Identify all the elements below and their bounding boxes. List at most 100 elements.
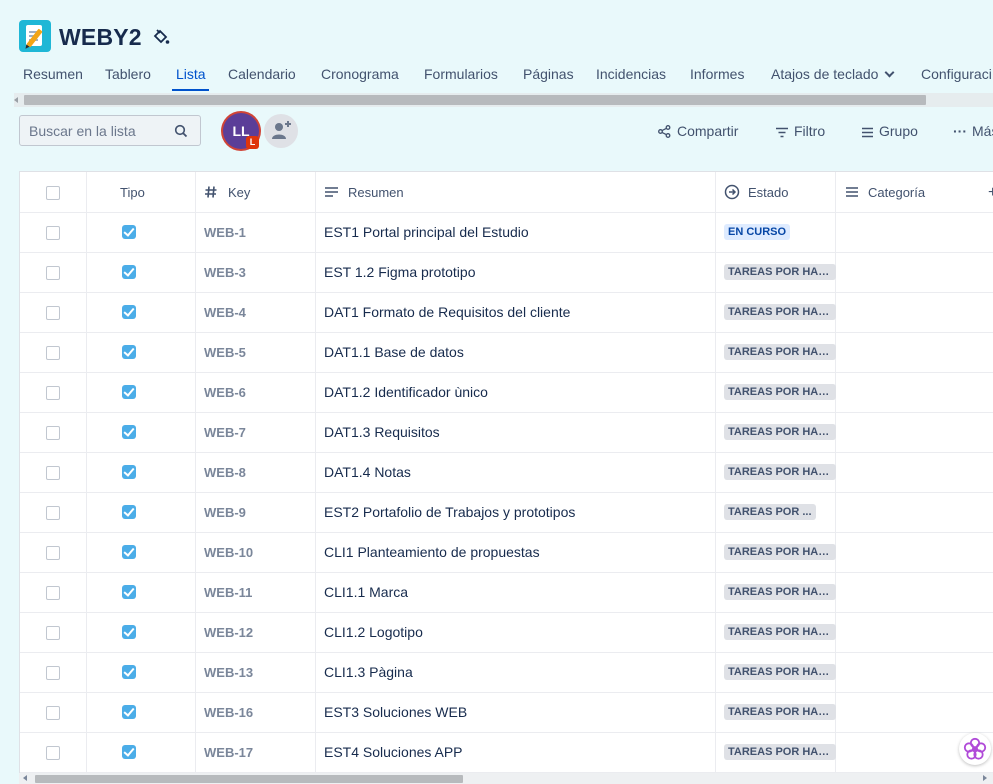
table-row[interactable]: WEB-3 EST 1.2 Figma prototipo TAREAS POR H… [20, 252, 993, 293]
header-category[interactable]: Categoría [868, 185, 925, 200]
status-badge[interactable]: TAREAS POR HAC... [724, 344, 836, 360]
row-checkbox[interactable] [46, 266, 60, 280]
tab-formularios[interactable]: Formularios [424, 66, 498, 82]
status-badge[interactable]: TAREAS POR HAC... [724, 304, 836, 320]
tab-tablero[interactable]: Tablero [105, 66, 151, 82]
table-row[interactable]: WEB-1 EST1 Portal principal del Estudio EN… [20, 212, 993, 253]
status-badge[interactable]: TAREAS POR HAC... [724, 384, 836, 400]
category-cell[interactable] [836, 572, 993, 612]
row-checkbox[interactable] [46, 746, 60, 760]
category-cell[interactable] [836, 372, 993, 412]
table-row[interactable]: WEB-7 DAT1.3 Requisitos TAREAS POR HAC... [20, 412, 993, 453]
issue-key[interactable]: WEB-13 [204, 665, 253, 680]
row-checkbox[interactable] [46, 546, 60, 560]
add-column-icon[interactable]: + [988, 184, 993, 202]
issue-key[interactable]: WEB-6 [204, 385, 246, 400]
scrollbar-thumb[interactable] [35, 775, 463, 783]
issue-key[interactable]: WEB-4 [204, 305, 246, 320]
issue-summary[interactable]: EST4 Soluciones APP [324, 744, 463, 760]
row-checkbox[interactable] [46, 226, 60, 240]
issue-summary[interactable]: DAT1.3 Requisitos [324, 424, 440, 440]
status-badge[interactable]: TAREAS POR HAC... [724, 744, 836, 760]
status-badge[interactable]: TAREAS POR ... [724, 504, 816, 520]
scroll-right-arrow-icon[interactable] [983, 775, 987, 781]
status-badge[interactable]: EN CURSO [724, 224, 791, 240]
issue-key[interactable]: WEB-11 [204, 585, 252, 600]
category-cell[interactable] [836, 612, 993, 652]
issue-key[interactable]: WEB-10 [204, 545, 253, 560]
category-cell[interactable] [836, 452, 993, 492]
row-checkbox[interactable] [46, 306, 60, 320]
table-row[interactable]: WEB-12 CLI1.2 Logotipo TAREAS POR HAC... [20, 612, 993, 653]
tab-incidencias[interactable]: Incidencias [596, 66, 666, 82]
row-checkbox[interactable] [46, 626, 60, 640]
issue-summary[interactable]: CLI1.1 Marca [324, 584, 408, 600]
issue-summary[interactable]: CLI1.3 Pàgina [324, 664, 413, 680]
category-cell[interactable] [836, 292, 993, 332]
table-row[interactable]: WEB-8 DAT1.4 Notas TAREAS POR HAC... [20, 452, 993, 493]
scrollbar-thumb[interactable] [24, 95, 926, 105]
table-row[interactable]: WEB-4 DAT1 Formato de Requisitos del clie… [20, 292, 993, 333]
header-type[interactable]: Tipo [120, 185, 145, 200]
issue-key[interactable]: WEB-16 [204, 705, 253, 720]
header-status[interactable]: Estado [748, 185, 788, 200]
issue-key[interactable]: WEB-8 [204, 465, 246, 480]
row-checkbox[interactable] [46, 506, 60, 520]
row-checkbox[interactable] [46, 346, 60, 360]
issue-key[interactable]: WEB-7 [204, 425, 246, 440]
assistant-flower-button[interactable] [959, 733, 991, 765]
more-button[interactable]: ··· Más [953, 123, 993, 139]
filter-button[interactable]: Filtro [776, 123, 825, 139]
paint-bucket-icon[interactable] [152, 28, 170, 51]
category-cell[interactable] [836, 692, 993, 732]
add-user-button[interactable] [264, 114, 298, 148]
tab-resumen[interactable]: Resumen [23, 66, 83, 82]
scroll-left-arrow-icon[interactable] [14, 97, 18, 103]
table-row[interactable]: WEB-16 EST3 Soluciones WEB TAREAS POR HAC.… [20, 692, 993, 733]
table-row[interactable]: WEB-13 CLI1.3 Pàgina TAREAS POR HAC... [20, 652, 993, 693]
issue-summary[interactable]: EST1 Portal principal del Estudio [324, 224, 529, 240]
issue-key[interactable]: WEB-1 [204, 225, 246, 240]
status-badge[interactable]: TAREAS POR HAC... [724, 424, 836, 440]
top-scrollbar[interactable] [14, 93, 993, 107]
row-checkbox[interactable] [46, 586, 60, 600]
table-row[interactable]: WEB-5 DAT1.1 Base de datos TAREAS POR HAC.… [20, 332, 993, 373]
category-cell[interactable] [836, 212, 993, 252]
row-checkbox[interactable] [46, 386, 60, 400]
issue-summary[interactable]: DAT1 Formato de Requisitos del cliente [324, 304, 570, 320]
issue-key[interactable]: WEB-5 [204, 345, 246, 360]
issue-key[interactable]: WEB-3 [204, 265, 246, 280]
category-cell[interactable] [836, 652, 993, 692]
header-summary[interactable]: Resumen [348, 185, 404, 200]
status-badge[interactable]: TAREAS POR HAC... [724, 584, 836, 600]
table-row[interactable]: WEB-6 DAT1.2 Identificador ùnico TAREAS PO… [20, 372, 993, 413]
status-badge[interactable]: TAREAS POR HAC... [724, 464, 836, 480]
row-checkbox[interactable] [46, 426, 60, 440]
tab-calendario[interactable]: Calendario [228, 66, 296, 82]
bottom-scrollbar[interactable] [19, 773, 993, 784]
tab-cronograma[interactable]: Cronograma [321, 66, 399, 82]
tab-lista[interactable]: Lista [176, 66, 206, 82]
category-cell[interactable] [836, 252, 993, 292]
issue-summary[interactable]: DAT1.2 Identificador ùnico [324, 384, 488, 400]
row-checkbox[interactable] [46, 466, 60, 480]
issue-summary[interactable]: CLI1 Planteamiento de propuestas [324, 544, 540, 560]
status-badge[interactable]: TAREAS POR HAC... [724, 624, 836, 640]
table-row[interactable]: WEB-9 EST2 Portafolio de Trabajos y proto… [20, 492, 993, 533]
tab-configuracion[interactable]: Configuraci [921, 66, 992, 82]
header-key[interactable]: Key [228, 185, 250, 200]
issue-summary[interactable]: EST2 Portafolio de Trabajos y prototipos [324, 504, 575, 520]
status-badge[interactable]: TAREAS POR HAC... [724, 704, 836, 720]
status-badge[interactable]: TAREAS POR HAC... [724, 664, 836, 680]
table-row[interactable]: WEB-17 EST4 Soluciones APP TAREAS POR HAC.… [20, 732, 993, 773]
search-icon[interactable] [174, 124, 188, 138]
row-checkbox[interactable] [46, 666, 60, 680]
category-cell[interactable] [836, 532, 993, 572]
category-cell[interactable] [836, 332, 993, 372]
category-cell[interactable] [836, 412, 993, 452]
table-row[interactable]: WEB-11 CLI1.1 Marca TAREAS POR HAC... [20, 572, 993, 613]
issue-key[interactable]: WEB-17 [204, 745, 253, 760]
tab-paginas[interactable]: Páginas [523, 66, 574, 82]
share-button[interactable]: Compartir [658, 123, 738, 139]
tab-informes[interactable]: Informes [690, 66, 744, 82]
